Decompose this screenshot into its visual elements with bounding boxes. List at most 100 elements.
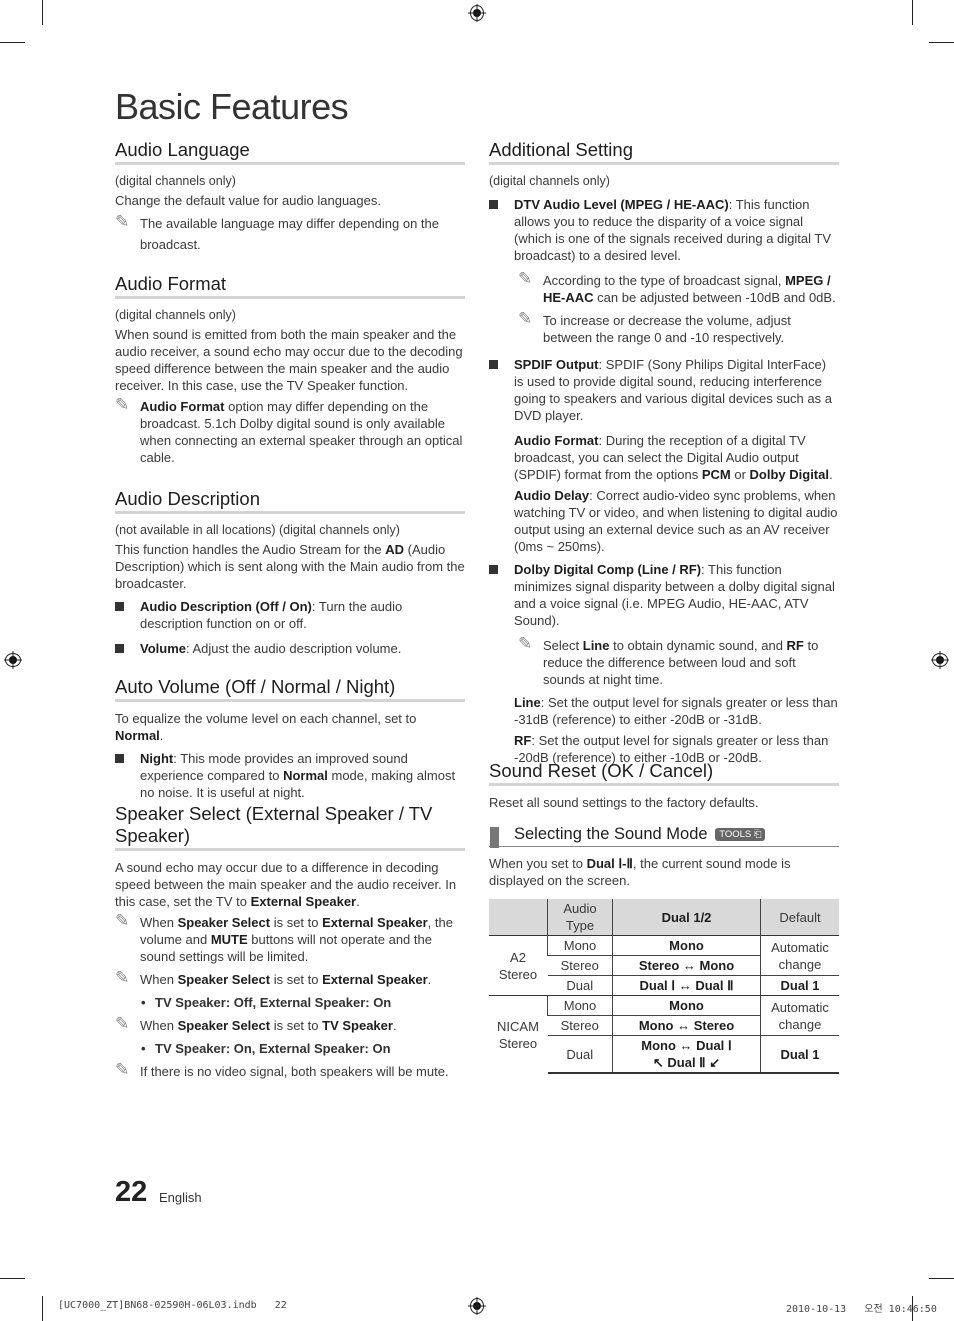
section-audio-format: Audio Format (digital channels only) Whe… bbox=[115, 273, 465, 488]
right-column: Additional Setting (digital channels onl… bbox=[489, 139, 839, 1074]
audio-type-cell: Mono bbox=[547, 935, 613, 956]
header-cell: Dual 1/2 bbox=[612, 899, 761, 936]
note-pencil-icon: ✎ bbox=[518, 269, 533, 288]
sub-bullet: TV Speaker: Off, External Speaker: On bbox=[115, 994, 465, 1011]
default-cell: Automatic change bbox=[760, 935, 839, 976]
table-header-row: Audio Type Dual 1/2 Default bbox=[489, 899, 839, 936]
table-row: NICAM Stereo Mono Mono Automatic change bbox=[489, 995, 839, 1073]
bullet-square-icon bbox=[115, 602, 124, 611]
page-language: English bbox=[159, 1190, 202, 1205]
crop-mark bbox=[42, 0, 43, 25]
note-pencil-icon: ✎ bbox=[518, 634, 533, 653]
left-column: Audio Language (digital channels only) C… bbox=[115, 139, 465, 1086]
list-item-dolby-digital-comp: Dolby Digital Comp (Line / RF): This fun… bbox=[489, 561, 839, 629]
bullet-square-icon bbox=[489, 200, 498, 209]
print-slug-file: [UC7000_ZT]BN68-02590H-06L03.indb 22 bbox=[58, 1300, 287, 1311]
section-speaker-select: Speaker Select (External Speaker / TV Sp… bbox=[115, 803, 465, 1080]
crop-mark bbox=[929, 1278, 954, 1279]
registration-mark-icon bbox=[931, 651, 949, 669]
tools-icon: ⎗ bbox=[753, 829, 762, 840]
bullet-square-icon bbox=[489, 565, 498, 574]
note-pencil-icon: ✎ bbox=[115, 212, 130, 231]
note-pencil-icon: ✎ bbox=[115, 1060, 130, 1079]
note: ✎ Select Line to obtain dynamic sound, a… bbox=[518, 634, 819, 687]
crop-mark bbox=[0, 42, 25, 43]
registration-mark-icon bbox=[4, 651, 22, 669]
note-pencil-icon: ✎ bbox=[115, 395, 130, 414]
section-title: Audio Language bbox=[115, 139, 465, 165]
note-pencil-icon: ✎ bbox=[518, 309, 533, 328]
bullet-square-icon bbox=[489, 360, 498, 369]
audio-type-cell: Dual bbox=[547, 975, 613, 996]
page-title: Basic Features bbox=[115, 86, 349, 127]
crop-mark bbox=[912, 0, 913, 25]
section-audio-language: Audio Language (digital channels only) C… bbox=[115, 139, 465, 273]
section-title: Additional Setting bbox=[489, 139, 839, 165]
list-item: Volume: Adjust the audio description vol… bbox=[115, 640, 465, 657]
dual-cell: Stereo ↔ Mono bbox=[612, 955, 761, 976]
default-cell: Dual 1 bbox=[760, 1035, 839, 1074]
subsection-title: Selecting the Sound Mode bbox=[514, 825, 708, 843]
section-sound-mode: Selecting the Sound Mode TOOLS ⎗ When yo… bbox=[489, 826, 839, 1074]
list-item: Night: This mode provides an improved so… bbox=[115, 750, 465, 801]
section-sound-reset: Sound Reset (OK / Cancel) Reset all soun… bbox=[489, 760, 839, 826]
line-paragraph: Line: Set the output level for signals g… bbox=[514, 695, 838, 727]
header-cell: Default bbox=[760, 899, 839, 936]
list-item-dtv-audio-level: DTV Audio Level (MPEG / HE-AAC): This fu… bbox=[489, 196, 839, 264]
scope-text: (digital channels only) bbox=[489, 174, 610, 188]
registration-mark-icon bbox=[468, 1297, 486, 1315]
dual-cell: Dual Ⅰ ↔ Dual Ⅱ bbox=[612, 975, 761, 996]
bullet-square-icon bbox=[115, 644, 124, 653]
description: A sound echo may occur due to a differen… bbox=[115, 860, 457, 909]
audio-format-paragraph: Audio Format: During the reception of a … bbox=[514, 433, 833, 482]
note: ✎ Audio Format option may differ dependi… bbox=[115, 395, 465, 466]
description: To equalize the volume level on each cha… bbox=[115, 711, 417, 743]
audio-delay-paragraph: Audio Delay: Correct audio-video sync pr… bbox=[514, 488, 838, 554]
dual-cell: Mono bbox=[612, 935, 761, 956]
audio-type-cell: Stereo bbox=[547, 955, 613, 976]
audio-type-cell: Dual bbox=[547, 1035, 613, 1074]
section-title: Audio Description bbox=[115, 488, 465, 514]
section-title: Audio Format bbox=[115, 273, 465, 299]
note: ✎ To increase or decrease the volume, ad… bbox=[518, 309, 791, 345]
registration-mark-icon bbox=[468, 4, 486, 22]
header-cell bbox=[489, 899, 548, 936]
note-pencil-icon: ✎ bbox=[115, 911, 130, 930]
list-item: Audio Description (Off / On): Turn the a… bbox=[115, 598, 465, 632]
crop-mark bbox=[929, 42, 954, 43]
list-item-spdif-output: SPDIF Output: SPDIF (Sony Philips Digita… bbox=[489, 356, 839, 424]
page-number: 22 bbox=[115, 1176, 148, 1208]
note-pencil-icon: ✎ bbox=[115, 1014, 130, 1033]
group-cell: A2 Stereo bbox=[489, 935, 548, 996]
scope-text: (not available in all locations) (digita… bbox=[115, 523, 400, 537]
description: Change the default value for audio langu… bbox=[115, 193, 381, 208]
description: This function handles the Audio Stream f… bbox=[115, 542, 465, 591]
table-row: A2 Stereo Mono Mono Automatic change bbox=[489, 935, 839, 996]
group-cell: NICAM Stereo bbox=[489, 995, 548, 1073]
bullet-square-icon bbox=[115, 754, 124, 763]
scope-text: (digital channels only) bbox=[115, 174, 236, 188]
description: Reset all sound settings to the factory … bbox=[489, 795, 759, 810]
sub-bullet: TV Speaker: On, External Speaker: On bbox=[115, 1040, 465, 1057]
note-bold: Audio Format bbox=[140, 399, 225, 414]
section-additional-setting: Additional Setting (digital channels onl… bbox=[489, 139, 839, 765]
section-title: Sound Reset (OK / Cancel) bbox=[489, 760, 839, 786]
subsection-header: Selecting the Sound Mode TOOLS ⎗ bbox=[489, 825, 839, 848]
scope-text: (digital channels only) bbox=[115, 308, 236, 322]
note: ✎ When Speaker Select is set to External… bbox=[115, 911, 453, 964]
default-cell: Dual 1 bbox=[760, 975, 839, 996]
default-cell: Automatic change bbox=[760, 995, 839, 1036]
heading-bar bbox=[490, 827, 499, 848]
note-pencil-icon: ✎ bbox=[115, 968, 130, 987]
crop-mark bbox=[42, 1296, 43, 1321]
dual-cell: Mono ↔ Dual Ⅰ ↖ Dual Ⅱ ↙ bbox=[612, 1035, 761, 1074]
section-audio-description: Audio Description (not available in all … bbox=[115, 488, 465, 676]
note-text: The available language may differ depend… bbox=[140, 216, 439, 252]
description: When you set to Dual Ⅰ-Ⅱ, the current so… bbox=[489, 856, 791, 888]
crop-mark bbox=[0, 1278, 25, 1279]
audio-type-cell: Stereo bbox=[547, 1015, 613, 1036]
note: ✎ The available language may differ depe… bbox=[115, 212, 465, 255]
tools-button-badge: TOOLS ⎗ bbox=[715, 828, 766, 841]
note: ✎ If there is no video signal, both spea… bbox=[115, 1060, 449, 1079]
section-title: Speaker Select (External Speaker / TV Sp… bbox=[115, 803, 465, 851]
